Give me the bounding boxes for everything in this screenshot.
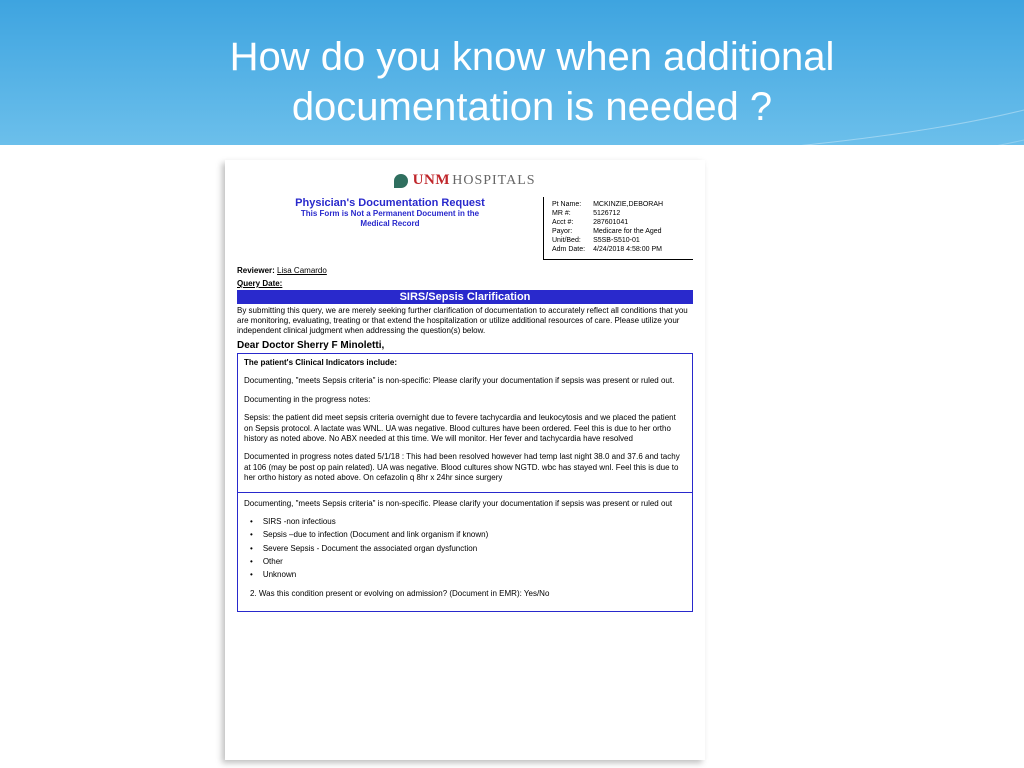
admdate-value: 4/24/2018 4:58:00 PM bbox=[593, 246, 663, 253]
unitbed-label: Unit/Bed: bbox=[552, 237, 591, 244]
option-unknown: Unknown bbox=[250, 570, 686, 580]
patient-info-box: Pt Name:MCKINZIE,DEBORAH MR #:5126712 Ac… bbox=[543, 197, 693, 260]
option-other: Other bbox=[250, 557, 686, 567]
document-page: UNM HOSPITALS Physician's Documentation … bbox=[225, 160, 705, 760]
section-divider bbox=[238, 492, 692, 493]
logo-icon bbox=[394, 174, 408, 188]
pt-name-label: Pt Name: bbox=[552, 201, 591, 208]
unitbed-value: S5SB-S510-01 bbox=[593, 237, 663, 244]
option-severe-sepsis: Severe Sepsis - Document the associated … bbox=[250, 544, 686, 554]
form-subtitle-2: Medical Record bbox=[237, 219, 543, 229]
option-sirs: SIRS -non infectious bbox=[250, 517, 686, 527]
mr-label: MR #: bbox=[552, 210, 591, 217]
clinical-p3: Sepsis: the patient did meet sepsis crit… bbox=[244, 413, 686, 444]
clinical-p2: Documenting in the progress notes: bbox=[244, 395, 686, 405]
question-2: 2. Was this condition present or evolvin… bbox=[250, 589, 686, 599]
clinical-indicators-heading: The patient's Clinical Indicators includ… bbox=[244, 358, 686, 368]
reviewer-label: Reviewer: bbox=[237, 266, 275, 275]
form-title-block: Physician's Documentation Request This F… bbox=[237, 197, 543, 228]
payor-label: Payor: bbox=[552, 228, 591, 235]
clinical-p4: Documented in progress notes dated 5/1/1… bbox=[244, 452, 686, 483]
form-subtitle-1: This Form is Not a Permanent Document in… bbox=[237, 209, 543, 219]
logo-text-hospitals: HOSPITALS bbox=[452, 173, 535, 188]
reviewer-name: Lisa Camardo bbox=[277, 266, 327, 275]
clarify-paragraph: Documenting, "meets Sepsis criteria" is … bbox=[244, 499, 686, 509]
intro-paragraph: By submitting this query, we are merely … bbox=[237, 306, 693, 336]
form-title: Physician's Documentation Request bbox=[237, 197, 543, 209]
logo-text-unm: UNM bbox=[413, 172, 450, 188]
admdate-label: Adm Date: bbox=[552, 246, 591, 253]
acct-value: 287601041 bbox=[593, 219, 663, 226]
clinical-p1: Documenting, "meets Sepsis criteria" is … bbox=[244, 376, 686, 386]
query-date-label: Query Date: bbox=[237, 279, 693, 288]
section-title-bar: SIRS/Sepsis Clarification bbox=[237, 290, 693, 304]
salutation: Dear Doctor Sherry F Minoletti, bbox=[237, 340, 693, 351]
pt-name-value: MCKINZIE,DEBORAH bbox=[593, 201, 663, 208]
options-list: SIRS -non infectious Sepsis –due to infe… bbox=[250, 517, 686, 581]
clinical-section-box: The patient's Clinical Indicators includ… bbox=[237, 353, 693, 612]
option-sepsis: Sepsis –due to infection (Document and l… bbox=[250, 530, 686, 540]
acct-label: Acct #: bbox=[552, 219, 591, 226]
mr-value: 5126712 bbox=[593, 210, 663, 217]
hospital-logo: UNM HOSPITALS bbox=[237, 172, 693, 189]
slide-title: How do you know when additional document… bbox=[100, 32, 964, 132]
payor-value: Medicare for the Aged bbox=[593, 228, 663, 235]
reviewer-line: Reviewer: Lisa Camardo bbox=[237, 266, 693, 275]
